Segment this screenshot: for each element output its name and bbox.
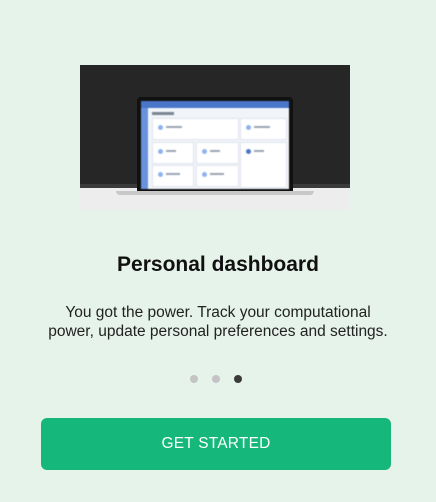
preview-card	[196, 142, 239, 164]
page-dot-1[interactable]	[190, 375, 198, 383]
preview-sidebar	[141, 108, 148, 189]
preview-card-text	[254, 150, 264, 152]
onboarding-title: Personal dashboard	[117, 253, 319, 276]
page-dot-2[interactable]	[212, 375, 220, 383]
page-dot-3-active[interactable]	[234, 375, 242, 383]
preview-title	[152, 112, 174, 115]
preview-card	[152, 165, 194, 187]
preview-card-text	[166, 173, 180, 175]
onboarding-screen: Personal dashboard You got the power. Tr…	[0, 0, 436, 502]
preview-card	[240, 118, 287, 140]
preview-card	[152, 142, 194, 164]
preview-card	[196, 165, 239, 187]
preview-card-text	[166, 150, 176, 152]
preview-card-text	[254, 126, 270, 128]
page-indicator	[190, 375, 246, 383]
preview-card-icon	[202, 149, 207, 154]
onboarding-description: You got the power. Track your computatio…	[48, 304, 388, 340]
preview-card-icon	[158, 172, 163, 177]
preview-card-text	[166, 126, 182, 128]
laptop-screen	[137, 97, 293, 191]
preview-card-icon	[158, 125, 163, 130]
preview-card-icon	[202, 172, 207, 177]
preview-card-text	[210, 173, 224, 175]
preview-card-icon	[158, 149, 163, 154]
preview-card	[152, 118, 239, 140]
laptop-base	[116, 191, 314, 195]
preview-header	[141, 101, 289, 108]
preview-card-icon	[246, 149, 251, 154]
preview-card-icon	[246, 125, 251, 130]
preview-card	[240, 142, 287, 188]
get-started-button[interactable]: GET STARTED	[41, 418, 391, 470]
preview-card-text	[210, 150, 220, 152]
laptop-dashboard-preview	[141, 101, 289, 189]
